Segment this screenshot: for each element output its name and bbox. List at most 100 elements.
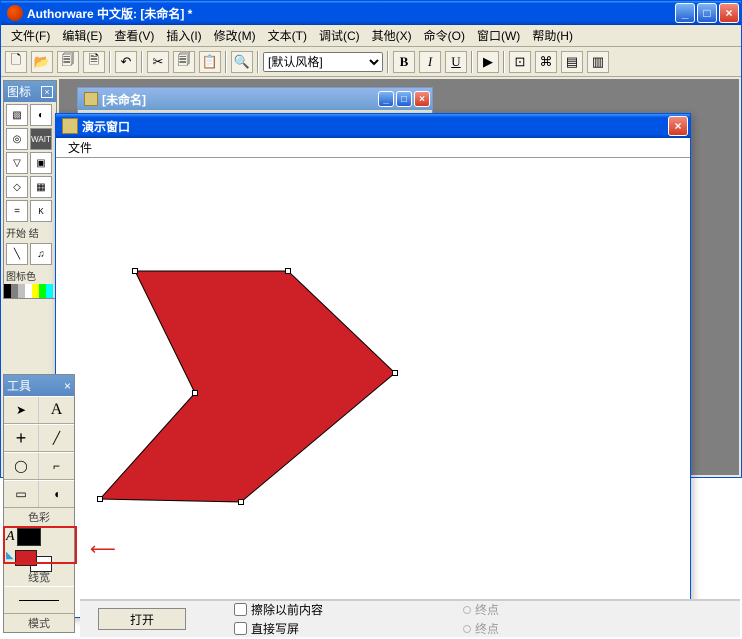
open-file-icon[interactable]: 📂 — [31, 51, 53, 73]
canvas[interactable] — [60, 158, 686, 613]
copy-icon[interactable]: 🗐 — [173, 51, 195, 73]
text-color-icon[interactable]: A — [6, 529, 15, 545]
arrow-polygon-shape[interactable] — [60, 158, 686, 613]
decision-icon[interactable]: ◇ — [6, 176, 28, 198]
icon-color-swatches[interactable] — [4, 284, 56, 298]
flowline-titlebar[interactable]: [未命名] _ □ × — [78, 88, 432, 110]
rect-tool-icon[interactable]: ▭ — [4, 481, 39, 507]
text-tool-icon[interactable]: A — [39, 397, 74, 423]
toolbar-sep — [471, 51, 473, 73]
calc-icon[interactable]: = — [6, 200, 28, 222]
line-diag-tool-icon[interactable]: ╱ — [39, 425, 74, 451]
menu-modify[interactable]: 修改(M) — [208, 25, 262, 46]
roundrect-tool-icon[interactable]: ◖ — [39, 481, 74, 507]
properties-strip: 打开 擦除以前内容 直接写屏 终点 终点 — [80, 599, 740, 637]
close-button[interactable]: × — [719, 3, 739, 23]
doc-max-button[interactable]: □ — [396, 91, 412, 107]
func-icon[interactable]: ⌘ — [535, 51, 557, 73]
color-swatch-row: A — [4, 526, 74, 548]
window-buttons: _ □ × — [675, 3, 739, 23]
tool-palette-title[interactable]: 工具 × — [4, 375, 74, 396]
radio-end-label2: 终点 — [475, 620, 499, 637]
underline-button[interactable]: U — [445, 51, 467, 73]
resize-handle[interactable] — [238, 499, 244, 505]
menu-file[interactable]: 文件(F) — [5, 25, 56, 46]
icon-palette-grid: ▧ ◐ ◎ WAIT ▽ ▣ ◇ ▦ = K — [4, 102, 56, 224]
icon-colors-label: 图标色 — [4, 267, 56, 284]
presentation-titlebar[interactable]: 演示窗口 × — [56, 114, 690, 138]
menu-command[interactable]: 命令(O) — [418, 25, 471, 46]
run-icon[interactable]: ▶ — [477, 51, 499, 73]
new-file-icon[interactable]: 🗋 — [5, 51, 27, 73]
navigate-icon[interactable]: ▽ — [6, 152, 28, 174]
italic-button[interactable]: I — [419, 51, 441, 73]
paste-icon[interactable]: 📋 — [199, 51, 221, 73]
sound-icon[interactable]: ♫ — [30, 243, 52, 265]
erase-icon[interactable]: ◎ — [6, 128, 28, 150]
menu-window[interactable]: 窗口(W) — [471, 25, 526, 46]
toolbar-sep — [141, 51, 143, 73]
undo-icon[interactable]: ↶ — [115, 51, 137, 73]
maximize-button[interactable]: □ — [697, 3, 717, 23]
var-icon[interactable]: ▤ — [561, 51, 583, 73]
style-dropdown[interactable]: [默认风格] — [263, 52, 383, 72]
app-icon — [7, 5, 23, 21]
save-all-icon[interactable]: 🗐 — [57, 51, 79, 73]
interaction-icon[interactable]: ▦ — [30, 176, 52, 198]
doc-title: [未命名] — [102, 91, 378, 108]
framework-icon[interactable]: ▣ — [30, 152, 52, 174]
toolbar: 🗋 📂 🗐 🗎 ↶ ✂ 🗐 📋 🔍 [默认风格] B I U ▶ ⊡ ⌘ ▤ ▥ — [1, 47, 741, 77]
control-panel-icon[interactable]: ⊡ — [509, 51, 531, 73]
wait-icon[interactable]: WAIT — [30, 128, 52, 150]
presentation-window[interactable]: 演示窗口 × 文件 — [55, 113, 691, 618]
toolbar-sep — [109, 51, 111, 73]
checkbox-direct-write[interactable]: 直接写屏 — [234, 620, 323, 637]
panel-close-icon[interactable]: × — [64, 379, 71, 393]
icon-palette-panel[interactable]: 图标 × ▧ ◐ ◎ WAIT ▽ ▣ ◇ ▦ = K 开始 结 ╲ ♫ 图标色 — [3, 80, 57, 299]
resize-handle[interactable] — [392, 370, 398, 376]
menu-help[interactable]: 帮助(H) — [526, 25, 579, 46]
poly-tool-icon[interactable]: ⌐ — [39, 453, 74, 479]
resize-handle[interactable] — [192, 390, 198, 396]
panel-close-icon[interactable]: × — [41, 86, 53, 98]
fill-swatch-row: ◣ — [4, 548, 74, 568]
checkbox-erase-prev[interactable]: 擦除以前内容 — [234, 601, 323, 618]
presentation-menu-file[interactable]: 文件 — [62, 138, 98, 157]
open-button[interactable]: 打开 — [98, 608, 186, 630]
resize-handle[interactable] — [97, 496, 103, 502]
bold-button[interactable]: B — [393, 51, 415, 73]
menubar: 文件(F) 编辑(E) 查看(V) 插入(I) 修改(M) 文本(T) 调试(C… — [1, 25, 741, 47]
stroke-color-swatch[interactable] — [17, 528, 41, 546]
line-straight-tool-icon[interactable]: + — [4, 425, 39, 451]
doc-min-button[interactable]: _ — [378, 91, 394, 107]
titlebar[interactable]: Authorware 中文版: [未命名] * _ □ × — [1, 1, 741, 25]
resize-handle[interactable] — [132, 268, 138, 274]
resize-handle[interactable] — [285, 268, 291, 274]
menu-other[interactable]: 其他(X) — [366, 25, 418, 46]
save-icon[interactable]: 🗎 — [83, 51, 105, 73]
minimize-button[interactable]: _ — [675, 3, 695, 23]
presentation-menubar: 文件 — [56, 138, 690, 158]
menu-debug[interactable]: 调试(C) — [313, 25, 366, 46]
line-icon[interactable]: ╲ — [6, 243, 28, 265]
motion-icon[interactable]: ◐ — [30, 104, 52, 126]
menu-text[interactable]: 文本(T) — [262, 25, 313, 46]
icon-palette-title[interactable]: 图标 × — [4, 81, 56, 102]
doc-close-button[interactable]: × — [414, 91, 430, 107]
tool-palette[interactable]: 工具 × ➤ A + ╱ ◯ ⌐ ▭ ◖ 色彩 A ◣ 线宽 模式 — [3, 374, 75, 633]
toolbar-sep — [257, 51, 259, 73]
menu-edit[interactable]: 编辑(E) — [56, 25, 108, 46]
fill-fore-swatch[interactable] — [15, 550, 37, 566]
find-icon[interactable]: 🔍 — [231, 51, 253, 73]
library-icon[interactable]: ▥ — [587, 51, 609, 73]
display-icon[interactable]: ▧ — [6, 104, 28, 126]
menu-view[interactable]: 查看(V) — [108, 25, 160, 46]
cut-icon[interactable]: ✂ — [147, 51, 169, 73]
oval-tool-icon[interactable]: ◯ — [4, 453, 39, 479]
knowledge-icon[interactable]: K — [30, 200, 52, 222]
menu-insert[interactable]: 插入(I) — [160, 25, 207, 46]
toolbar-sep — [503, 51, 505, 73]
presentation-close-button[interactable]: × — [668, 116, 688, 136]
pointer-tool-icon[interactable]: ➤ — [4, 397, 39, 423]
line-width-picker[interactable] — [4, 587, 74, 613]
